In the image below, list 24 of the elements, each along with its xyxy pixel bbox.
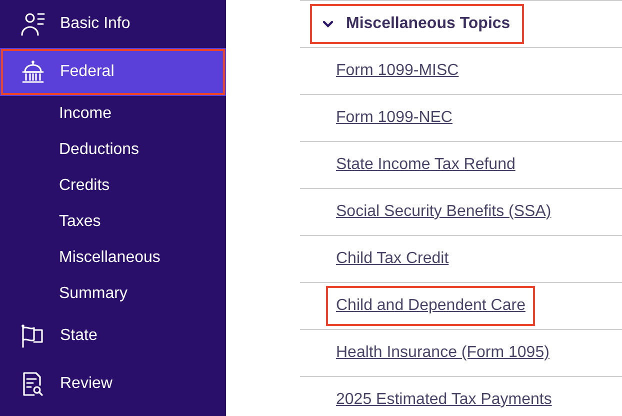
topic-link[interactable]: Health Insurance (Form 1095)	[326, 333, 560, 373]
topic-link[interactable]: Form 1099-MISC	[326, 51, 469, 91]
topic-link[interactable]: Form 1099-NEC	[326, 98, 462, 138]
topic-link[interactable]: State Income Tax Refund	[326, 145, 526, 185]
sidebar-item[interactable]: Basic Info	[0, 0, 226, 48]
topic-link[interactable]: Social Security Benefits (SSA)	[326, 192, 562, 232]
sidebar-subitem[interactable]: Income	[0, 96, 226, 132]
person-list-icon	[20, 11, 46, 37]
section-header[interactable]: Miscellaneous Topics	[312, 6, 522, 42]
sidebar-subitem[interactable]: Summary	[0, 276, 226, 312]
sidebar-subitem[interactable]: Deductions	[0, 132, 226, 168]
section-title: Miscellaneous Topics	[346, 14, 510, 34]
sidebar-item[interactable]: State	[0, 312, 226, 360]
topic-link[interactable]: Child Tax Credit	[326, 239, 459, 279]
topic-link[interactable]: 2025 Estimated Tax Payments	[326, 380, 562, 416]
chevron-icon	[322, 20, 334, 28]
sidebar-item[interactable]: Federal	[0, 48, 226, 96]
flag-icon	[20, 323, 46, 349]
capitol-icon	[20, 59, 46, 85]
sidebar-subitem[interactable]: Taxes	[0, 204, 226, 240]
sidebar-item[interactable]: Review	[0, 360, 226, 408]
topic-link[interactable]: Child and Dependent Care	[326, 286, 536, 326]
sidebar-subitem[interactable]: Miscellaneous	[0, 240, 226, 276]
sidebar-subitem[interactable]: Credits	[0, 168, 226, 204]
